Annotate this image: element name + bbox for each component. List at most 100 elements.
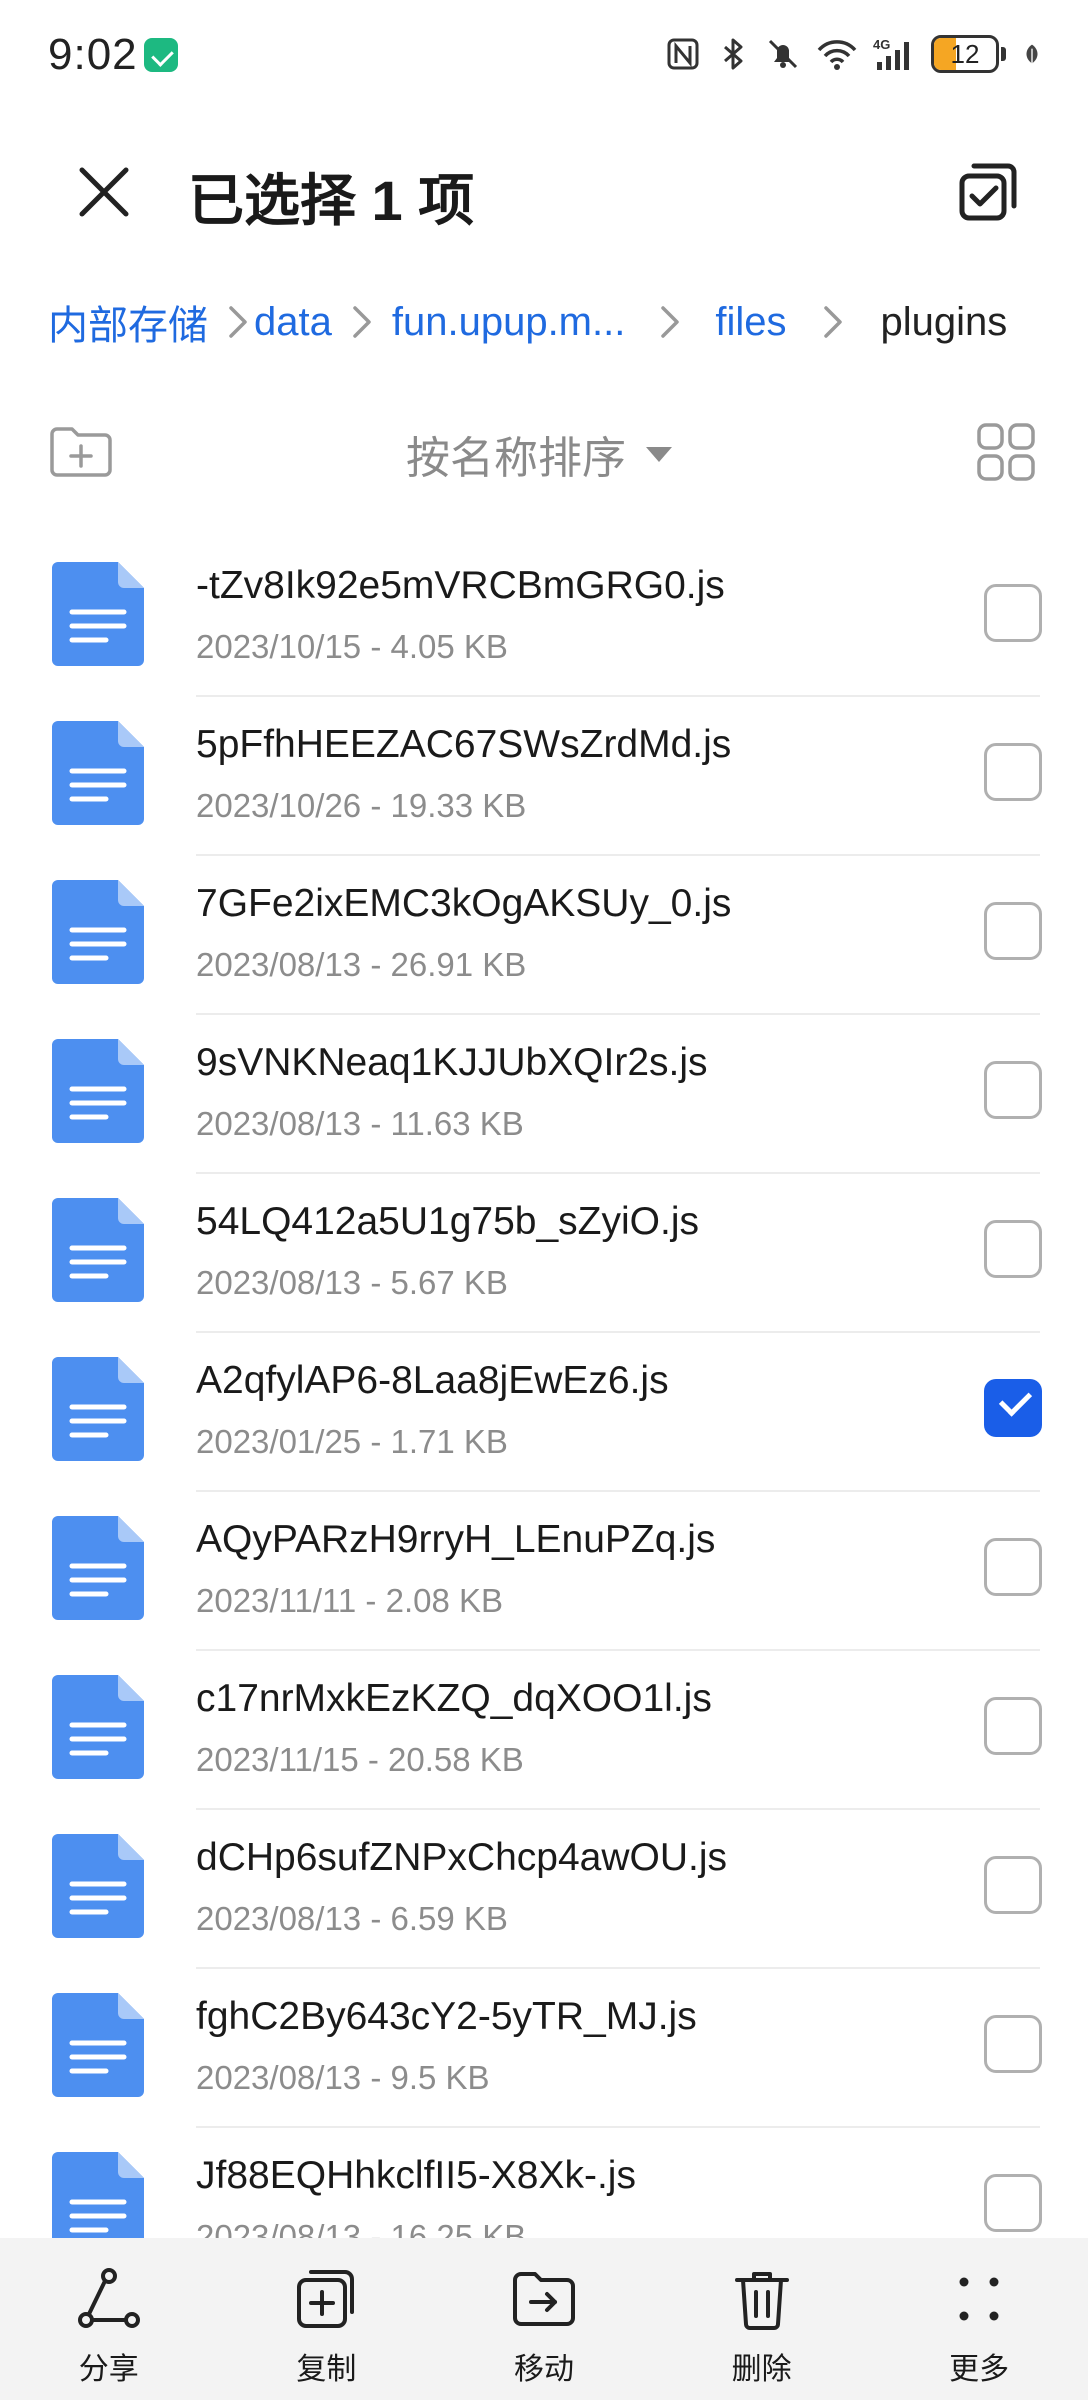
document-file-icon [52,2152,144,2238]
battery-level: 12 [950,38,980,69]
share-label: 分享 [78,2353,139,2386]
file-checkbox[interactable] [984,2174,1042,2232]
more-icon [959,2277,999,2321]
file-checkbox[interactable] [984,1220,1042,1278]
copy-button[interactable]: 复制 [246,2266,406,2388]
file-meta: 2023/11/15 - 20.58 KB [196,1741,524,1778]
document-file-icon [52,880,144,984]
leaf-icon [1026,44,1038,64]
file-name: 54LQ412a5U1g75b_sZyiO.js [196,1200,699,1243]
move-button[interactable]: 移动 [464,2266,624,2388]
delete-button[interactable]: 删除 [682,2266,842,2388]
document-file-icon [52,1357,144,1461]
file-checkbox[interactable] [984,2015,1042,2073]
status-icons: 4G 12 [665,32,1044,76]
file-meta: 2023/01/25 - 1.71 KB [196,1423,508,1460]
file-row[interactable]: 54LQ412a5U1g75b_sZyiO.js 2023/08/13 - 5.… [0,1174,1088,1333]
file-checkbox[interactable] [984,743,1042,801]
breadcrumb-item-files[interactable]: files [715,300,786,345]
file-name: AQyPARzH9rryH_LEnuPZq.js [196,1518,716,1561]
breadcrumb-item-plugins: plugins [880,299,1008,344]
new-folder-icon[interactable] [48,424,114,480]
file-row[interactable]: -tZv8Ik92e5mVRCBmGRG0.js 2023/10/15 - 4.… [0,538,1088,697]
breadcrumb-item-internal-storage[interactable]: 内部存储 [48,293,208,351]
file-checkbox[interactable] [984,902,1042,960]
wifi-6-icon [817,40,857,70]
document-file-icon [52,1834,144,1938]
file-checkbox[interactable] [984,1697,1042,1755]
page-title: 已选择 1 项 [188,169,475,232]
file-checkbox[interactable] [984,1538,1042,1596]
grid-view-icon[interactable] [976,422,1036,482]
breadcrumb: 内部存储 data fun.upup.m... files plugins [48,290,1048,354]
file-name: fghC2By643cY2-5yTR_MJ.js [196,1995,697,2038]
sort-label: 按名称排序 [406,434,626,483]
document-file-icon [52,1516,144,1620]
file-row[interactable]: fghC2By643cY2-5yTR_MJ.js 2023/08/13 - 9.… [0,1969,1088,2128]
file-checkbox[interactable] [984,584,1042,642]
document-file-icon [52,1198,144,1302]
breadcrumb-item-data[interactable]: data [254,300,332,345]
copy-label: 复制 [296,2353,357,2386]
file-name: Jf88EQHhkclfII5-X8Xk-.js [196,2154,636,2197]
file-name: A2qfylAP6-8Laa8jEwEz6.js [196,1359,669,1402]
chevron-right-icon [625,302,715,342]
svg-text:4G: 4G [873,37,890,52]
file-row[interactable]: 5pFfhHEEZAC67SWsZrdMd.js 2023/10/26 - 19… [0,697,1088,856]
select-all-icon[interactable] [956,160,1020,224]
battery-icon: 12 [931,35,999,73]
file-row[interactable]: dCHp6sufZNPxChcp4awOU.js 2023/08/13 - 6.… [0,1810,1088,1969]
delete-label: 删除 [731,2353,792,2386]
bluetooth-icon [724,38,743,70]
status-bar: 9:02 4G 12 [0,0,1088,112]
nfc-icon [667,38,699,70]
file-meta: 2023/11/11 - 2.08 KB [196,1582,504,1619]
file-name: c17nrMxkEzKZQ_dqXOO1l.js [196,1677,712,1720]
chevron-right-icon [786,302,880,342]
file-row[interactable]: 9sVNKNeaq1KJJUbXQIr2s.js 2023/08/13 - 11… [0,1015,1088,1174]
file-row[interactable]: Jf88EQHhkclfII5-X8Xk-.js 2023/08/13 - 16… [0,2128,1088,2238]
document-file-icon [52,1675,144,1779]
breadcrumb-item-package[interactable]: fun.upup.m... [392,300,625,345]
bottom-action-bar: 分享 复制 移动 删除 更多 [0,2238,1088,2400]
file-meta: 2023/08/13 - 26.91 KB [196,946,527,983]
file-name: -tZv8Ik92e5mVRCBmGRG0.js [196,564,725,607]
caret-down-icon [646,446,672,462]
file-name: 9sVNKNeaq1KJJUbXQIr2s.js [196,1041,708,1084]
file-meta: 2023/08/13 - 5.67 KB [196,1264,508,1301]
4g-signal-icon: 4G [873,37,909,70]
document-file-icon [52,1039,144,1143]
share-icon [77,2268,140,2328]
file-name: 5pFfhHEEZAC67SWsZrdMd.js [196,723,732,766]
document-file-icon [52,721,144,825]
file-name: dCHp6sufZNPxChcp4awOU.js [196,1836,728,1879]
file-row[interactable]: A2qfylAP6-8Laa8jEwEz6.js 2023/01/25 - 1.… [0,1333,1088,1492]
file-name: 7GFe2ixEMC3kOgAKSUy_0.js [196,882,732,925]
file-meta: 2023/08/13 - 11.63 KB [196,1105,524,1142]
file-checkbox[interactable] [984,1061,1042,1119]
file-checkbox[interactable] [984,1379,1042,1437]
file-meta: 2023/10/15 - 4.05 KB [196,628,508,665]
file-list: -tZv8Ik92e5mVRCBmGRG0.js 2023/10/15 - 4.… [0,538,1088,2238]
share-button[interactable]: 分享 [29,2266,189,2388]
move-label: 移动 [513,2353,574,2386]
chevron-right-icon [332,302,392,342]
file-meta: 2023/08/13 - 16.25 KB [196,2218,527,2238]
close-icon[interactable] [72,160,136,224]
file-meta: 2023/08/13 - 9.5 KB [196,2059,490,2096]
move-icon [512,2272,575,2326]
file-row[interactable]: c17nrMxkEzKZQ_dqXOO1l.js 2023/11/15 - 20… [0,1651,1088,1810]
file-row[interactable]: AQyPARzH9rryH_LEnuPZq.js 2023/11/11 - 2.… [0,1492,1088,1651]
selection-header: 已选择 1 项 [0,140,1088,240]
breadcrumb-label: data [254,299,332,344]
mute-bell-icon [768,39,798,69]
file-row[interactable]: 7GFe2ixEMC3kOgAKSUy_0.js 2023/08/13 - 26… [0,856,1088,1015]
file-meta: 2023/08/13 - 6.59 KB [196,1900,508,1937]
file-checkbox[interactable] [984,1856,1042,1914]
more-button[interactable]: 更多 [899,2266,1059,2388]
list-toolbar: 按名称排序 [0,412,1088,500]
status-time: 9:02 [48,30,138,79]
sort-dropdown[interactable]: 按名称排序 [406,426,672,483]
document-file-icon [52,562,144,666]
copy-icon [297,2270,355,2328]
